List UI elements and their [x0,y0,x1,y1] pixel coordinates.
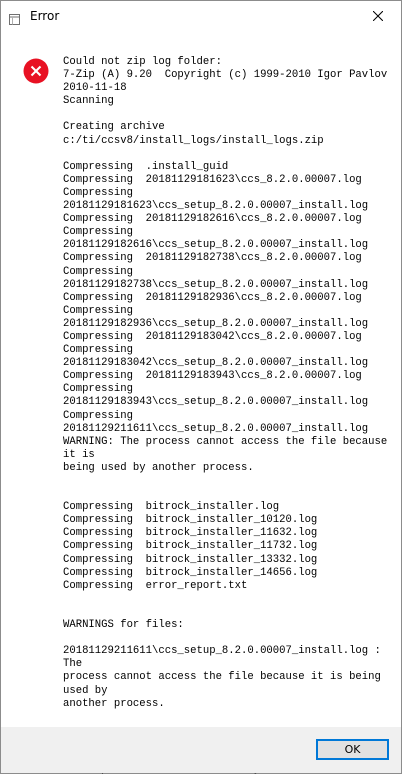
error-icon [23,58,49,84]
close-button[interactable] [355,1,401,31]
ok-button[interactable]: OK [316,739,389,760]
title-bar[interactable]: Error [1,1,401,31]
error-dialog-window: Error Could not zip log folder: 7-Zip (A… [0,0,402,775]
button-bar: OK [1,727,401,773]
close-icon [373,11,383,21]
window-title: Error [30,9,60,23]
error-message: Could not zip log folder: 7-Zip (A) 9.20… [63,56,388,775]
dialog-content: Could not zip log folder: 7-Zip (A) 9.20… [1,31,401,775]
app-window-icon [9,10,20,25]
